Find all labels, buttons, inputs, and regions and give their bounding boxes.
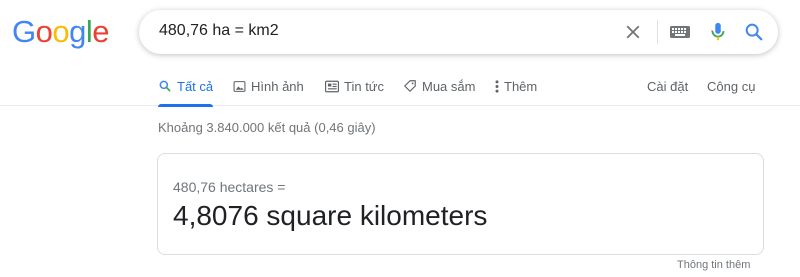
close-icon[interactable]	[622, 21, 644, 43]
tab-label: Thêm	[504, 78, 538, 94]
logo-letter: o	[35, 14, 53, 49]
google-logo[interactable]: Google	[12, 14, 110, 49]
logo-letter: G	[12, 14, 36, 49]
search-box[interactable]: 480,76 ha = km2	[139, 10, 778, 54]
image-icon	[233, 80, 246, 92]
settings-link[interactable]: Cài đặt	[647, 66, 688, 106]
more-info-link[interactable]: Thông tin thêm	[677, 259, 750, 271]
search-input[interactable]: 480,76 ha = km2	[159, 22, 279, 40]
logo-letter: g	[69, 14, 86, 49]
tab-label: Mua sắm	[422, 78, 476, 94]
search-tabs: Tất cả Hình ảnh Tin tức Mua sắm Thêm Cài…	[0, 66, 800, 107]
tab-more[interactable]: Thêm	[495, 66, 537, 106]
unit-converter-card: 480,76 hectares = 4,8076 square kilomete…	[157, 153, 764, 255]
tab-label: Tin tức	[344, 78, 385, 94]
settings-label: Cài đặt	[647, 78, 689, 94]
keyboard-icon[interactable]	[669, 23, 691, 41]
search-icon	[159, 80, 171, 92]
tab-news[interactable]: Tin tức	[325, 66, 384, 106]
logo-letter: e	[92, 14, 110, 49]
tools-link[interactable]: Công cụ	[707, 66, 755, 106]
microphone-icon[interactable]	[707, 21, 729, 43]
search-icon[interactable]	[743, 21, 765, 43]
logo-letter: o	[52, 14, 70, 49]
converter-from-value: 480,76 hectares =	[173, 179, 286, 195]
search-divider	[657, 20, 658, 44]
tab-shopping[interactable]: Mua sắm	[403, 66, 475, 106]
more-vert-icon	[495, 79, 499, 93]
tab-label: Hình ảnh	[251, 78, 304, 94]
tab-label: Tất cả	[177, 78, 214, 94]
converter-result: 4,8076 square kilometers	[173, 200, 488, 231]
tag-icon	[404, 80, 416, 92]
tab-images[interactable]: Hình ảnh	[233, 66, 304, 106]
result-stats: Khoảng 3.840.000 kết quả (0,46 giây)	[158, 120, 376, 135]
tools-label: Công cụ	[707, 78, 756, 94]
news-icon	[325, 80, 339, 92]
tab-all[interactable]: Tất cả	[158, 66, 214, 107]
